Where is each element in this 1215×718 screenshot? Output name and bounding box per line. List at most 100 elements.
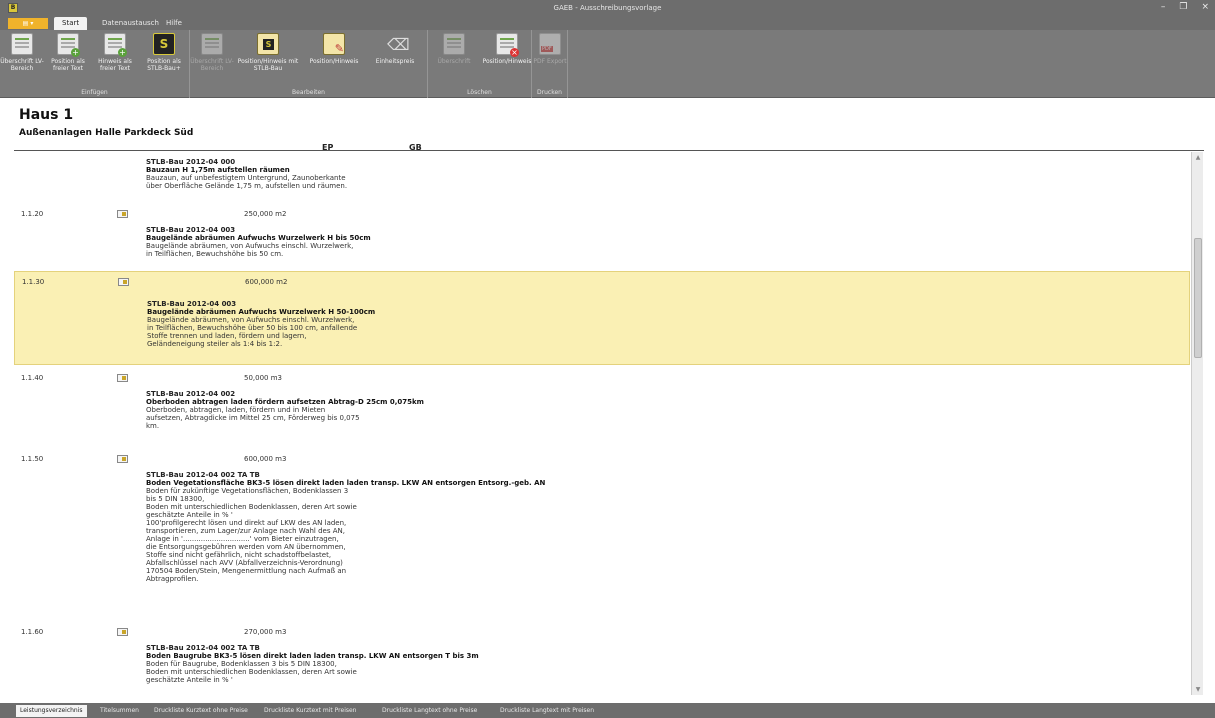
scroll-up-icon[interactable]: ▲	[1192, 154, 1204, 161]
position-quantity: 50,000 m3	[244, 374, 282, 382]
vertical-scrollbar[interactable]: ▲ ▼	[1191, 152, 1203, 695]
lv-list[interactable]: STLB-Bau 2012-04 000 Bauzaun H 1,75m aufs…	[14, 152, 1190, 695]
bottom-tab-1[interactable]: Titelsummen	[96, 705, 143, 717]
stlb-catalog-ref: STLB-Bau 2012-04 003	[147, 300, 237, 308]
position-long-text-line: transportieren, zum Lager/zur Anlage nac…	[146, 527, 345, 535]
position-add-icon	[57, 33, 80, 57]
menu-tab-hilfe[interactable]: Hilfe	[158, 17, 190, 30]
bottom-tab-0[interactable]: Leistungsverzeichnis	[16, 705, 87, 717]
maximize-icon[interactable]: ❐	[1179, 2, 1187, 12]
ribbon-group-label: Löschen	[467, 89, 492, 96]
ribbon-button-0-2[interactable]: Hinweis als freier Text	[92, 33, 138, 72]
position-short-text: Boden Baugrube BK3-5 lösen direkt laden …	[146, 652, 479, 660]
ribbon-group-einfügen: Überschrift LV-Bereich Position als freie…	[0, 30, 190, 98]
lv-position-row[interactable]: 1.1.60 270,000 m3 STLB-Bau 2012-04 002 TA …	[14, 622, 1190, 695]
position-long-text-line: 100'profilgerecht lösen und direkt auf L…	[146, 519, 347, 527]
ribbon-button-0-0[interactable]: Überschrift LV-Bereich	[0, 33, 44, 72]
scrollbar-thumb[interactable]	[1194, 238, 1202, 358]
eraser-icon	[384, 33, 410, 55]
lv-position-row[interactable]: 1.1.30 600,000 m2 STLB-Bau 2012-04 003 Baug…	[14, 271, 1190, 365]
position-long-text-line: km.	[146, 422, 160, 430]
pdf-icon	[539, 33, 561, 55]
position-long-text-line: die Entsorgungsgebühren werden vom AN üb…	[146, 543, 346, 551]
position-type-icon[interactable]	[117, 374, 128, 382]
position-long-text-line: Geländeneigung steiler als 1:4 bis 1:2.	[147, 340, 283, 348]
ribbon-button-1-1[interactable]: Position/Hinweis mit STLB-Bau	[236, 33, 300, 72]
ribbon-button-label: Position als freier Text	[51, 58, 85, 72]
ribbon-button-1-2[interactable]: Position/Hinweis	[302, 33, 366, 65]
house-title: Haus 1	[19, 107, 74, 123]
lv-position-row[interactable]: 1.1.50 600,000 m3 STLB-Bau 2012-04 002 TA …	[14, 449, 1190, 615]
position-long-text-line: Baugelände abräumen, von Aufwuchs einsch…	[146, 242, 354, 250]
stlb-text-block: STLB-Bau 2012-04 000 Bauzaun H 1,75m aufs…	[146, 158, 347, 190]
ribbon-button-label: Überschrift	[437, 58, 471, 65]
position-quantity: 600,000 m3	[244, 455, 287, 463]
lv-position-row[interactable]: STLB-Bau 2012-04 000 Bauzaun H 1,75m aufs…	[14, 152, 1190, 196]
ribbon-button-label: Überschrift LV-Bereich	[190, 58, 234, 72]
position-long-text-line: Bauzaun, auf unbefestigtem Untergrund, Z…	[146, 174, 346, 182]
stlb-text-block: STLB-Bau 2012-04 002 TA TB Boden Vegetati…	[146, 471, 545, 583]
bottom-tab-3[interactable]: Druckliste Kurztext mit Preisen	[260, 705, 360, 717]
position-long-text-line: Oberboden, abtragen, laden, fördern und …	[146, 406, 326, 414]
position-type-icon[interactable]	[117, 455, 128, 463]
position-long-text-line: Stoffe sind nicht gefährlich, nicht scha…	[146, 551, 332, 559]
ribbon-button-label: Position als STLB-Bau+	[147, 58, 181, 72]
position-long-text-line: Boden mit unterschiedlichen Bodenklassen…	[146, 503, 357, 511]
close-icon[interactable]: ×	[1201, 2, 1209, 12]
section-heading-delete-icon	[443, 33, 465, 55]
stlb-catalog-ref: STLB-Bau 2012-04 000	[146, 158, 236, 166]
position-long-text-line: Boden mit unterschiedlichen Bodenklassen…	[146, 668, 357, 676]
ribbon: Überschrift LV-Bereich Position als freie…	[0, 30, 1215, 98]
position-delete-icon	[496, 33, 519, 57]
position-type-icon[interactable]	[118, 278, 129, 286]
ribbon-button-2-1[interactable]: Position/Hinweis	[480, 33, 534, 65]
position-type-icon[interactable]	[117, 628, 128, 636]
position-long-text-line: in Teilflächen, Bewuchshöhe über 50 bis …	[147, 324, 358, 332]
ribbon-button-3-0: PDF Export	[528, 33, 572, 65]
ribbon-button-label: PDF Export	[533, 58, 567, 65]
position-number: 1.1.30	[22, 278, 45, 286]
ribbon-button-1-3[interactable]: Einheitspreis	[370, 33, 420, 65]
position-number: 1.1.40	[21, 374, 44, 382]
file-menu-icon: ▤ ▾	[22, 20, 34, 27]
ribbon-button-label: Position/Hinweis	[309, 58, 359, 65]
scroll-down-icon[interactable]: ▼	[1192, 686, 1204, 693]
lv-position-row[interactable]: 1.1.40 50,000 m3 STLB-Bau 2012-04 002 Oberb…	[14, 368, 1190, 444]
section-title: Außenanlagen Halle Parkdeck Süd	[19, 128, 194, 138]
ribbon-group-drucken: PDF Export Drucken	[532, 30, 568, 98]
position-long-text-line: aufsetzen, Abtragdicke im Mittel 25 cm, …	[146, 414, 360, 422]
ribbon-button-0-1[interactable]: Position als freier Text	[46, 33, 90, 72]
lv-position-row[interactable]: 1.1.20 250,000 m2 STLB-Bau 2012-04 003 Baug…	[14, 204, 1190, 268]
stlb-document-icon	[257, 33, 279, 55]
position-long-text-line: geschätzte Anteile in % '	[146, 676, 233, 684]
minimize-icon[interactable]: –	[1161, 2, 1166, 12]
position-short-text: Oberboden abtragen laden fördern aufsetz…	[146, 398, 424, 406]
bottom-tab-2[interactable]: Druckliste Kurztext ohne Preise	[150, 705, 252, 717]
position-long-text-line: Abfallschlüssel nach AVV (Abfallverzeich…	[146, 559, 343, 567]
bottom-tab-5[interactable]: Druckliste Langtext mit Preisen	[496, 705, 598, 717]
window-title: GAEB - Ausschreibungsvorlage	[553, 4, 662, 12]
position-quantity: 250,000 m2	[244, 210, 287, 218]
edit-pen-icon	[323, 33, 345, 55]
menu-tab-datenaustausch[interactable]: Datenaustausch	[94, 17, 167, 30]
position-number: 1.1.50	[21, 455, 44, 463]
bottom-tab-bar: Leistungsverzeichnis Titelsummen Drucklist…	[0, 703, 1215, 718]
file-menu-button[interactable]: ▤ ▾	[8, 18, 48, 29]
position-long-text-line: in Teilflächen, Bewuchshöhe bis 50 cm.	[146, 250, 284, 258]
position-long-text-line: Stoffe trennen und laden, fördern und la…	[147, 332, 307, 340]
position-long-text-line: 170504 Boden/Stein, Mengenermittlung nac…	[146, 567, 347, 575]
position-long-text-line: Boden für zukünftige Vegetationsflächen,…	[146, 487, 349, 495]
bottom-tab-4[interactable]: Druckliste Langtext ohne Preise	[378, 705, 481, 717]
position-quantity: 600,000 m2	[245, 278, 288, 286]
position-number: 1.1.60	[21, 628, 44, 636]
position-long-text-line: Anlage in '.............................…	[146, 535, 339, 543]
position-quantity: 270,000 m3	[244, 628, 287, 636]
stlb-text-block: STLB-Bau 2012-04 003 Baugelände abräumen …	[146, 226, 371, 258]
ribbon-button-0-3[interactable]: S Position als STLB-Bau+	[142, 33, 186, 72]
position-short-text: Baugelände abräumen Aufwuchs Wurzelwerk …	[147, 308, 376, 316]
position-type-icon[interactable]	[117, 210, 128, 218]
section-heading-edit-icon	[201, 33, 223, 55]
menu-tab-start[interactable]: Start	[54, 17, 88, 30]
ribbon-button-label: Einheitspreis	[375, 58, 415, 65]
ribbon-group-bearbeiten: Überschrift LV-BereichPosition/Hinweis m…	[190, 30, 428, 98]
